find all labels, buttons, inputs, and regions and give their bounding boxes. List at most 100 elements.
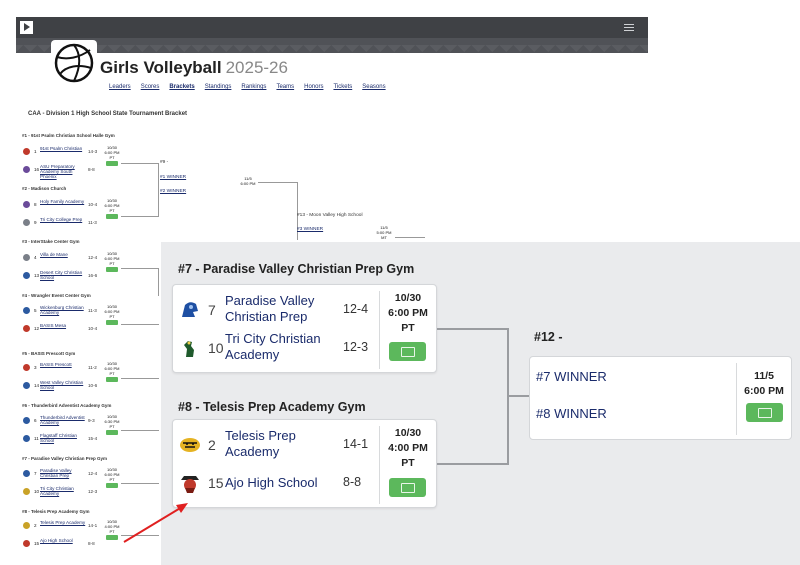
team-record: 12-4: [343, 302, 369, 316]
game-12-team-b[interactable]: #8 WINNER: [536, 406, 607, 421]
small-game: 2 Telesis Prep Academy 14-1 15 Ajo High Scho…: [22, 519, 120, 555]
game-7-team-a[interactable]: 7 Paradise Valley Christian Prep 12-4: [173, 291, 378, 329]
nav-leaders[interactable]: Leaders: [109, 84, 131, 90]
basis-logo-icon: [23, 364, 30, 371]
round2-game-9-team-b[interactable]: #2 WINNER: [160, 189, 186, 194]
team-record: 10-6: [88, 383, 98, 388]
ticket-button[interactable]: [106, 320, 118, 325]
game-7-team-b[interactable]: 10 Tri City Christian Academy 12-3: [173, 329, 378, 367]
small-game: 4 Villa de Mane 12-4 13 Desert City Christia…: [22, 251, 120, 287]
game-7-time: 10/30 6:00 PM PT: [388, 292, 428, 334]
round2-game-13-time: 11/5 5:00 PM MT: [376, 225, 392, 240]
ticket-button[interactable]: [106, 377, 118, 382]
nav-standings[interactable]: Standings: [205, 84, 232, 90]
game-8-time: 10/30 4:00 PM PT: [388, 427, 428, 469]
team-name: Paradise Valley Christian Prep: [225, 293, 315, 324]
bracket-connector: [258, 182, 298, 183]
small-game: 8 Holy Family Academy 10-4 9 Tri City Colleg…: [22, 198, 120, 234]
tiger-logo-icon: [23, 522, 30, 529]
small-game-time: 10/30 6:00 PM PT: [104, 251, 120, 272]
bracket-connector: [121, 430, 159, 431]
ticket-button[interactable]: [389, 342, 426, 361]
team-seed: 7: [34, 471, 37, 476]
team-name: Desert City Christian School: [40, 270, 83, 280]
eagle-logo-icon: [23, 148, 30, 155]
small-game-gym-label: #2 - Madison Church: [22, 186, 67, 191]
team-name: BASIS Mesa: [40, 323, 67, 328]
round2-game-13-team-a[interactable]: #3 WINNER: [297, 227, 323, 232]
round2-game-9-team-a[interactable]: #1 WINNER: [160, 175, 186, 180]
team-record: 14-1: [343, 437, 369, 451]
small-game-time: 10/30 6:00 PM PT: [104, 467, 120, 488]
small-game-time: 10/30 6:00 PM PT: [104, 304, 120, 325]
team-seed: 8: [34, 202, 37, 207]
nav-rankings[interactable]: Rankings: [241, 84, 266, 90]
cross-logo-icon: [23, 272, 30, 279]
team-record: 14-3: [88, 149, 98, 154]
ticket-button[interactable]: [106, 214, 118, 219]
nav-brackets[interactable]: Brackets: [169, 84, 194, 90]
ticket-button[interactable]: [106, 535, 118, 540]
game-8-team-a[interactable]: 2 Telesis Prep Academy 14-1: [173, 426, 378, 464]
bracket-connector: [121, 483, 159, 484]
ticket-button[interactable]: [389, 478, 426, 497]
team-record: 9-3: [88, 418, 95, 423]
team-seed: 15: [34, 541, 40, 546]
ticket-button[interactable]: [106, 267, 118, 272]
small-game-time: 10/30 6:30 PM PT: [104, 414, 120, 435]
sport-title: Girls Volleyball: [100, 58, 222, 77]
team-seed: 3: [34, 365, 37, 370]
nav-teams[interactable]: Teams: [276, 84, 294, 90]
menu-icon[interactable]: [624, 22, 634, 33]
nav-scores[interactable]: Scores: [141, 84, 160, 90]
team-record: 8-8: [88, 167, 95, 172]
small-game-time: 10/30 4:00 PM PT: [104, 519, 120, 540]
ticket-button[interactable]: [746, 403, 783, 422]
game-12-time: 11/5 6:00 PM: [744, 370, 784, 397]
game-7-card: 7 Paradise Valley Christian Prep 12-4 10…: [172, 284, 437, 373]
team-seed: 6: [34, 418, 37, 423]
site-logo-icon[interactable]: [20, 21, 33, 34]
family-logo-icon: [23, 201, 30, 208]
team-name: Tri City Christian Academy: [40, 486, 74, 496]
team-name: Tri City College Prep: [40, 217, 83, 222]
team-name: Holy Family Academy: [40, 199, 85, 204]
ticket-button[interactable]: [106, 430, 118, 435]
raider-logo-icon: [181, 476, 199, 493]
team-name: ASU Preparatory Academy South Phoenix: [40, 164, 75, 179]
trojan-logo-icon: [23, 470, 30, 477]
bracket-title: CAA - Division 1 High School State Tourn…: [28, 111, 188, 117]
game-12-card: #7 WINNER #8 WINNER 11/5 6:00 PM: [529, 356, 792, 440]
team-name: Flagstaff Christian School: [40, 433, 77, 443]
team-seed: 5: [34, 308, 37, 313]
small-game: 6 Thunderbird Adventist Academy 9-3 11 Flags…: [22, 414, 120, 450]
eagle-logo-icon: [184, 341, 194, 357]
team-name: West Valley Christian School: [40, 380, 84, 390]
team-name: 91st Psalm Christian: [40, 146, 83, 151]
team-record: 11-2: [88, 365, 97, 370]
bracket-connector: [158, 268, 159, 296]
team-seed: 14: [34, 383, 40, 388]
knight-logo-icon: [23, 219, 30, 226]
bracket-connector: [121, 216, 159, 217]
team-name: Paradise Valley Christian Prep: [40, 468, 72, 478]
team-record: 8-8: [88, 541, 95, 546]
game-8-team-b[interactable]: 15 Ajo High School 8-8: [173, 464, 378, 502]
small-game-gym-label: #1 - 91st Psalm Christian School Halle G…: [22, 133, 115, 138]
tiger-logo-icon: [180, 438, 200, 452]
trojan-logo-icon: [182, 302, 198, 317]
nav-honors[interactable]: Honors: [304, 84, 323, 90]
small-game-gym-label: #5 - BASIS Prescott Gym: [22, 351, 76, 356]
nav-seasons[interactable]: Seasons: [362, 84, 385, 90]
round2-game-9-time: 11/5 6:00 PM: [240, 176, 256, 186]
team-name: Tri City Christian Academy: [225, 331, 321, 362]
game-8-card: 2 Telesis Prep Academy 14-1 15 Ajo High …: [172, 419, 437, 508]
nav-tickets[interactable]: Tickets: [333, 84, 352, 90]
round2-game-13-label: #13 - Moon Valley High School: [297, 213, 363, 218]
small-game-time: 10/30 6:00 PM PT: [104, 145, 120, 166]
ticket-button[interactable]: [106, 483, 118, 488]
team-record: 12-3: [343, 340, 369, 354]
ticket-button[interactable]: [106, 161, 118, 166]
team-record: 11-3: [88, 308, 97, 313]
game-12-team-a[interactable]: #7 WINNER: [536, 369, 607, 384]
